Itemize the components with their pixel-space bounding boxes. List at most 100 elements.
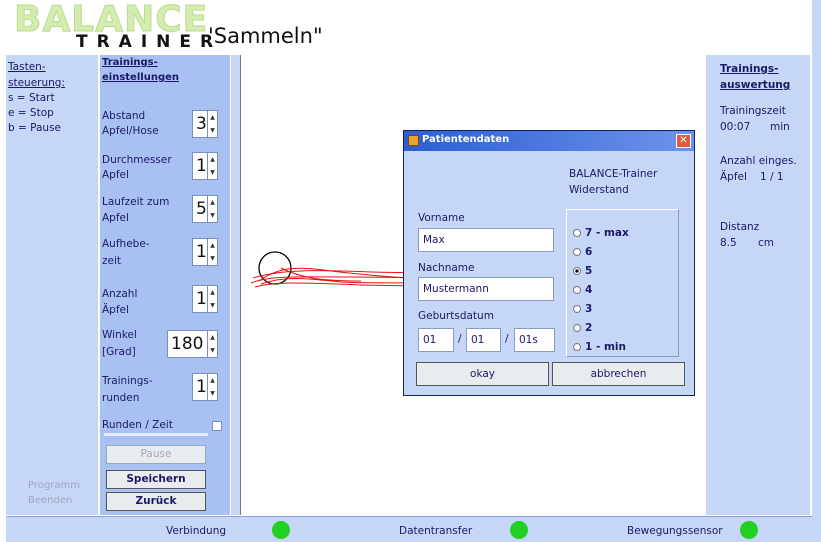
okay-button[interactable]: okay: [416, 362, 549, 386]
motion-sensor-status-icon: [740, 521, 758, 539]
key-controls-panel: Tasten- steuerung: s = Start e = Stop b …: [6, 55, 98, 515]
angle-label-2: [Grad]: [102, 346, 136, 358]
key-pause: b = Pause: [8, 122, 62, 134]
angle-stepper[interactable]: 180 ▲ ▼: [167, 330, 218, 358]
motion-sensor-label: Bewegungssensor: [627, 525, 723, 537]
distance-stepper[interactable]: 3 ▲ ▼: [192, 110, 218, 138]
date-separator: /: [505, 333, 509, 345]
resistance-option-7[interactable]: 7 - max: [573, 227, 629, 239]
runtime-label-1: Laufzeit zum: [102, 196, 170, 208]
resistance-option-5[interactable]: 5: [573, 265, 592, 277]
data-transfer-label: Datentransfer: [399, 525, 473, 537]
distance-label-1: Abstand: [102, 110, 146, 122]
save-button[interactable]: Speichern: [106, 470, 206, 489]
window-edge: [812, 0, 821, 542]
apple-count-result-label: Anzahl einges.: [720, 155, 797, 167]
diameter-label-2: Apfel: [102, 169, 129, 181]
radio-icon[interactable]: [573, 305, 581, 313]
birth-month-field[interactable]: 01: [466, 328, 501, 352]
birth-day-field[interactable]: 01: [418, 328, 454, 352]
resistance-option-6[interactable]: 6: [573, 246, 592, 258]
birthdate-label: Geburtsdatum: [418, 310, 494, 322]
apple-count-value: 1: [196, 289, 207, 309]
stepper-arrows-icon[interactable]: ▲ ▼: [207, 239, 217, 265]
exit-program-label-1[interactable]: Programm: [28, 480, 80, 491]
distance-result-unit: cm: [758, 237, 775, 249]
settings-heading-2: einstellungen: [102, 72, 179, 83]
dialog-title: Patientendaten: [422, 134, 510, 145]
stepper-arrows-icon[interactable]: ▲ ▼: [207, 286, 217, 312]
key-controls-heading-2: steuerung:: [8, 77, 65, 89]
key-stop: e = Stop: [8, 107, 54, 119]
resistance-option-2[interactable]: 2: [573, 322, 592, 334]
pause-button[interactable]: Pause: [106, 445, 206, 464]
apple-count-label-2: Äpfel: [102, 304, 129, 316]
resistance-group: 7 - max 6 5 4 3 2 1 - min: [566, 209, 679, 357]
runtime-stepper[interactable]: 5 ▲ ▼: [192, 195, 218, 223]
divider: [104, 433, 208, 436]
apple-count-stepper[interactable]: 1 ▲ ▼: [192, 285, 218, 313]
pickup-stepper[interactable]: 1 ▲ ▼: [192, 238, 218, 266]
runtime-label-2: Apfel: [102, 212, 129, 224]
apple-count-result-value: 1 / 1: [760, 171, 784, 183]
distance-result-label: Distanz: [720, 221, 760, 233]
stepper-arrows-icon[interactable]: ▲ ▼: [207, 153, 217, 179]
stepper-arrows-icon[interactable]: ▲ ▼: [207, 331, 217, 357]
stepper-arrows-icon[interactable]: ▲ ▼: [207, 196, 217, 222]
rounds-stepper[interactable]: 1 ▲ ▼: [192, 373, 218, 401]
settings-heading-1: Trainings-: [102, 57, 158, 68]
evaluation-heading-1: Trainings-: [720, 63, 779, 75]
data-transfer-status-icon: [510, 521, 528, 539]
rounds-value: 1: [196, 377, 207, 397]
birth-year-field[interactable]: 01s: [514, 328, 555, 352]
date-separator: /: [458, 333, 462, 345]
diameter-stepper[interactable]: 1 ▲ ▼: [192, 152, 218, 180]
exit-program-label-2[interactable]: Beenden: [28, 495, 72, 506]
radio-icon[interactable]: [573, 248, 581, 256]
product-name: BALANCE-Trainer: [569, 168, 658, 180]
radio-icon[interactable]: [573, 343, 581, 351]
angle-value: 180: [171, 334, 204, 354]
stepper-arrows-icon[interactable]: ▲ ▼: [207, 111, 217, 137]
rounds-time-checkbox[interactable]: [212, 421, 222, 431]
radio-icon[interactable]: [573, 324, 581, 332]
distance-label-2: Apfel/Hose: [102, 125, 159, 137]
resistance-option-1[interactable]: 1 - min: [573, 341, 626, 353]
training-time-unit: min: [770, 121, 790, 133]
dialog-titlebar[interactable]: Patientendaten ✕: [404, 131, 694, 151]
radio-icon[interactable]: [573, 229, 581, 237]
runtime-value: 5: [196, 199, 207, 219]
pickup-label-2: zeit: [102, 255, 122, 267]
resistance-option-3[interactable]: 3: [573, 303, 592, 315]
apple-count-label-1: Anzahl: [102, 288, 138, 300]
pickup-label-1: Aufhebe-: [102, 238, 150, 250]
rounds-time-label: Runden / Zeit: [102, 419, 173, 431]
training-settings-panel: Trainings- einstellungen Abstand Apfel/H…: [100, 55, 230, 515]
logo-trainer: TRAINER: [76, 32, 223, 52]
lastname-field[interactable]: Mustermann: [418, 277, 554, 301]
radio-icon[interactable]: [573, 286, 581, 294]
firstname-label: Vorname: [418, 212, 465, 224]
pickup-value: 1: [196, 242, 207, 262]
app-icon: [408, 135, 419, 146]
panel-separator: [231, 55, 240, 515]
training-time-label: Trainingszeit: [720, 105, 786, 117]
angle-label-1: Winkel: [102, 329, 137, 341]
radio-selected-icon[interactable]: [573, 267, 581, 275]
apple-count-result-prefix: Äpfel: [720, 171, 747, 183]
lastname-label: Nachname: [418, 262, 475, 274]
training-time-value: 00:07: [720, 121, 751, 133]
cancel-button[interactable]: abbrechen: [552, 362, 685, 386]
connection-label: Verbindung: [166, 525, 227, 537]
connection-status-icon: [272, 521, 290, 539]
key-start: s = Start: [8, 92, 55, 104]
training-evaluation-panel: Trainings- auswertung Trainingszeit 00:0…: [706, 55, 810, 515]
stepper-arrows-icon[interactable]: ▲ ▼: [207, 374, 217, 400]
back-button[interactable]: Zurück: [106, 492, 206, 511]
patient-data-dialog: Patientendaten ✕ BALANCE-Trainer Widerst…: [403, 130, 695, 396]
close-icon[interactable]: ✕: [676, 134, 691, 148]
firstname-field[interactable]: Max: [418, 228, 554, 252]
resistance-option-4[interactable]: 4: [573, 284, 592, 296]
app-header: BALANCE TRAINER 'Sammeln": [0, 0, 821, 55]
diameter-value: 1: [196, 156, 207, 176]
